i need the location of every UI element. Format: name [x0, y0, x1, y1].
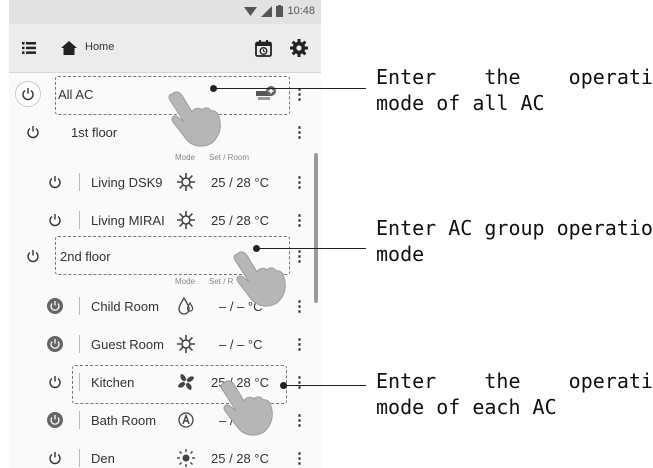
- annotation-line: Enter the operating: [376, 369, 653, 393]
- more-menu-icon[interactable]: ⋮: [292, 375, 307, 390]
- more-menu-icon[interactable]: ⋮: [292, 249, 307, 264]
- list-item-den[interactable]: Den 25 / 28 °C ⋮: [9, 439, 311, 468]
- temperature-value: – / – °C: [219, 336, 263, 352]
- heat-icon: [175, 171, 197, 193]
- list-item-living-dsk9[interactable]: Living DSK9 25 / 28 °C ⋮: [9, 163, 311, 201]
- heat-icon: [175, 333, 197, 355]
- list-item-1st-floor[interactable]: 1st floor ⋮: [9, 113, 311, 151]
- scrollbar[interactable]: [314, 153, 318, 303]
- more-menu-icon[interactable]: ⋮: [292, 413, 307, 428]
- app-bar: Home: [9, 24, 321, 73]
- settings-icon[interactable]: [287, 36, 311, 60]
- power-button[interactable]: [45, 334, 65, 354]
- leader-line: [214, 88, 366, 90]
- mode-column-hint: Mode: [175, 277, 196, 286]
- annotation-line: Enter AC group operation: [376, 216, 653, 240]
- power-button[interactable]: [45, 296, 65, 316]
- sun-icon: [175, 447, 197, 468]
- item-label: Bath Room: [91, 412, 157, 428]
- tap-hand-icon: [233, 251, 286, 307]
- temperature-value: 25 / 28 °C: [211, 212, 269, 228]
- more-menu-icon[interactable]: ⋮: [292, 337, 307, 352]
- more-menu-icon[interactable]: ⋮: [292, 299, 307, 314]
- battery-icon: [276, 5, 284, 17]
- power-button[interactable]: [23, 246, 43, 266]
- list-item-guest-room[interactable]: Guest Room – / – °C ⋮: [9, 325, 311, 363]
- annotation-line: mode of each AC: [376, 395, 557, 419]
- divider: [79, 173, 80, 191]
- annotation-line: Enter the operating: [376, 65, 653, 89]
- power-button[interactable]: [23, 122, 43, 142]
- power-button[interactable]: [45, 410, 65, 430]
- annotation-line: mode: [376, 242, 425, 266]
- leader-line: [284, 385, 366, 387]
- power-button[interactable]: [45, 448, 65, 468]
- dry-icon: [175, 295, 197, 317]
- item-label: Living DSK9: [91, 174, 163, 190]
- divider: [79, 297, 80, 315]
- set-room-column-hint: Set / Room: [209, 153, 250, 162]
- annotation-all-ac: Enter the operating mode of all AC: [376, 64, 653, 116]
- power-button[interactable]: [45, 172, 65, 192]
- more-menu-icon[interactable]: ⋮: [292, 451, 307, 466]
- power-button[interactable]: [45, 210, 65, 230]
- item-label: 1st floor: [71, 124, 118, 140]
- divider: [79, 211, 80, 229]
- item-label: Den: [91, 450, 115, 466]
- tap-hand-icon: [220, 380, 273, 436]
- item-label: Guest Room: [91, 336, 164, 352]
- more-menu-icon[interactable]: ⋮: [292, 213, 307, 228]
- divider: [79, 411, 80, 429]
- temperature-value: 25 / 28 °C: [211, 450, 269, 466]
- tap-hand-icon: [168, 91, 221, 147]
- auto-icon: [175, 409, 197, 431]
- page-title: Home: [85, 41, 115, 53]
- power-button[interactable]: [15, 81, 41, 107]
- temperature-value: 25 / 28 °C: [211, 174, 269, 190]
- item-label: Living MIRAI: [91, 212, 165, 228]
- home-icon[interactable]: [57, 36, 81, 60]
- more-menu-icon[interactable]: ⋮: [292, 125, 307, 140]
- annotation-each-ac: Enter the operating mode of each AC: [376, 368, 653, 420]
- status-time: 10:48: [287, 5, 315, 17]
- schedule-icon[interactable]: [251, 36, 275, 60]
- signal-icon: [261, 5, 273, 17]
- set-room-column-hint: Set / R: [209, 277, 234, 286]
- annotation-group: Enter AC group operation mode: [376, 215, 653, 267]
- menu-icon[interactable]: [17, 36, 41, 60]
- wifi-icon: [244, 6, 258, 16]
- list-item-living-mirai[interactable]: Living MIRAI 25 / 28 °C ⋮: [9, 201, 311, 239]
- status-bar: 10:48: [9, 0, 321, 24]
- divider: [79, 335, 80, 353]
- leader-line: [257, 248, 366, 250]
- heat-icon: [175, 209, 197, 231]
- more-menu-icon[interactable]: ⋮: [292, 175, 307, 190]
- mode-column-hint: Mode: [175, 153, 196, 162]
- item-label: Child Room: [91, 298, 159, 314]
- power-button[interactable]: [45, 372, 65, 392]
- divider: [79, 449, 80, 467]
- annotation-line: mode of all AC: [376, 91, 545, 115]
